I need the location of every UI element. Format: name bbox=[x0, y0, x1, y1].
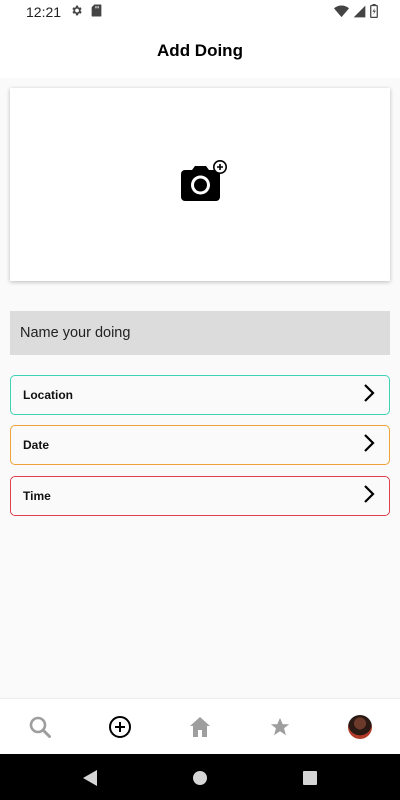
bottom-nav bbox=[0, 698, 400, 754]
date-label: Date bbox=[23, 438, 50, 452]
add-a-photo-icon bbox=[172, 160, 228, 209]
back-icon[interactable] bbox=[80, 768, 100, 788]
wifi-icon bbox=[334, 5, 349, 23]
date-button[interactable]: Date bbox=[10, 425, 390, 465]
photo-picker[interactable] bbox=[10, 88, 390, 281]
battery-icon bbox=[370, 4, 378, 23]
location-button[interactable]: Location bbox=[10, 375, 390, 415]
home-icon[interactable] bbox=[187, 714, 213, 740]
location-label: Location bbox=[23, 388, 73, 402]
settings-icon bbox=[70, 4, 83, 22]
chevron-right-icon bbox=[363, 433, 375, 458]
sd-card-icon bbox=[91, 4, 102, 22]
chevron-right-icon bbox=[363, 484, 375, 509]
page-title: Add Doing bbox=[157, 41, 243, 60]
signal-icon bbox=[353, 5, 366, 23]
chevron-right-icon bbox=[363, 383, 375, 408]
status-time: 12:21 bbox=[26, 4, 62, 20]
search-icon[interactable] bbox=[27, 714, 53, 740]
time-button[interactable]: Time bbox=[10, 476, 390, 516]
name-input[interactable] bbox=[10, 311, 390, 355]
profile-avatar-image bbox=[348, 715, 372, 739]
system-nav-bar bbox=[0, 754, 400, 800]
app-bar: Add Doing bbox=[0, 24, 400, 78]
status-bar: 12:21 bbox=[0, 0, 400, 24]
time-label: Time bbox=[23, 489, 51, 503]
star-icon[interactable] bbox=[267, 714, 293, 740]
add-circle-icon[interactable] bbox=[107, 714, 133, 740]
home-circle-icon[interactable] bbox=[190, 768, 210, 788]
recents-icon[interactable] bbox=[300, 768, 320, 788]
avatar[interactable] bbox=[347, 714, 373, 740]
